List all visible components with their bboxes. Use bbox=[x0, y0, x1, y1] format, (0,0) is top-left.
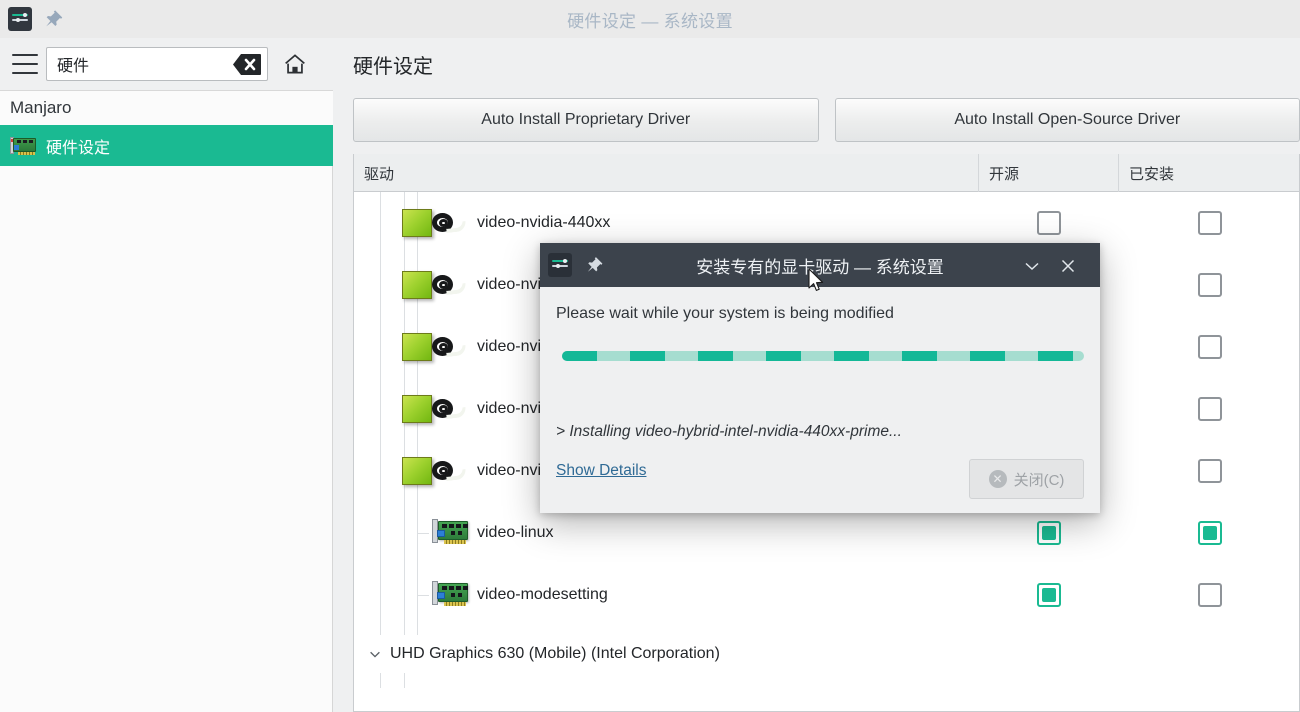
close-icon[interactable] bbox=[1058, 256, 1078, 276]
screen: 硬件设定 — 系统设置 硬件 Manjaro 硬件设定 硬件设定 Auto In… bbox=[0, 0, 1300, 712]
sidebar-search-row bbox=[0, 38, 333, 91]
open-source-cell bbox=[979, 564, 1119, 626]
progress-bar-fill bbox=[562, 351, 1084, 361]
close-button[interactable]: ✕ 关闭(C) bbox=[969, 459, 1084, 499]
clear-search-icon[interactable] bbox=[233, 54, 261, 75]
installed-cell bbox=[1119, 564, 1299, 626]
tree-guide bbox=[380, 502, 381, 564]
settings-sliders-icon bbox=[8, 7, 32, 31]
tree-elbow bbox=[417, 595, 429, 596]
installed-cell bbox=[1119, 192, 1299, 254]
column-header-installed[interactable]: 已安装 bbox=[1119, 154, 1299, 192]
dialog-message: Please wait while your system is being m… bbox=[556, 305, 894, 322]
device-group-row-uhd-graphics-630[interactable]: UHD Graphics 630 (Mobile) (Intel Corpora… bbox=[354, 635, 1299, 673]
installed-checkbox[interactable] bbox=[1198, 521, 1222, 545]
installed-cell bbox=[1119, 502, 1299, 564]
minimize-icon[interactable] bbox=[1022, 256, 1042, 276]
sidebar-item-hardware-configuration[interactable]: 硬件设定 bbox=[0, 125, 333, 166]
pci-card-icon bbox=[432, 580, 468, 610]
tree-guide bbox=[380, 254, 381, 316]
nvidia-icon bbox=[402, 456, 468, 486]
tree-guide bbox=[380, 192, 381, 254]
table-row[interactable]: video-modesetting bbox=[354, 564, 1299, 626]
dialog-titlebar: 安装专有的显卡驱动 — 系统设置 bbox=[540, 243, 1100, 287]
tree-guide bbox=[380, 316, 381, 378]
page-title: 硬件设定 bbox=[353, 56, 433, 78]
installed-checkbox[interactable] bbox=[1198, 459, 1222, 483]
driver-name-label: video-linux bbox=[477, 524, 554, 541]
settings-sliders-icon bbox=[548, 253, 572, 277]
window-title: 硬件设定 — 系统设置 bbox=[567, 11, 733, 31]
installed-checkbox[interactable] bbox=[1198, 397, 1222, 421]
installed-checkbox[interactable] bbox=[1198, 211, 1222, 235]
open-source-checkbox[interactable] bbox=[1037, 211, 1061, 235]
driver-name-label: video-modesetting bbox=[477, 586, 608, 603]
tree-guide bbox=[380, 564, 381, 626]
show-details-link[interactable]: Show Details bbox=[556, 462, 646, 480]
main-window-titlebar: 硬件设定 — 系统设置 bbox=[0, 0, 1300, 38]
pin-icon[interactable] bbox=[584, 255, 604, 275]
home-icon[interactable] bbox=[282, 51, 308, 77]
sidebar: Manjaro 硬件设定 bbox=[0, 38, 333, 712]
sidebar-group-label: Manjaro bbox=[0, 91, 333, 125]
sidebar-item-label: 硬件设定 bbox=[46, 139, 111, 157]
graphics-card-icon bbox=[10, 136, 36, 155]
installed-cell bbox=[1119, 316, 1299, 378]
installed-cell bbox=[1119, 440, 1299, 502]
driver-table-header: 驱动 开源 已安装 bbox=[354, 154, 1299, 192]
nvidia-icon bbox=[402, 332, 468, 362]
close-button-label: 关闭(C) bbox=[1013, 471, 1065, 489]
installed-checkbox[interactable] bbox=[1198, 335, 1222, 359]
pci-card-icon bbox=[432, 518, 468, 548]
nvidia-icon bbox=[402, 270, 468, 300]
driver-name-cell: video-modesetting bbox=[354, 564, 979, 626]
tree-guide bbox=[404, 564, 405, 626]
tree-guide bbox=[404, 502, 405, 564]
column-header-driver[interactable]: 驱动 bbox=[354, 154, 979, 192]
tree-elbow bbox=[417, 533, 429, 534]
install-progress-dialog: 安装专有的显卡驱动 — 系统设置 Please wait while your … bbox=[540, 243, 1100, 513]
search-input[interactable] bbox=[47, 49, 227, 79]
cancel-circle-icon: ✕ bbox=[988, 470, 1007, 488]
auto-install-open-source-driver-button[interactable]: Auto Install Open-Source Driver bbox=[834, 98, 1300, 142]
dialog-title: 安装专有的显卡驱动 — 系统设置 bbox=[696, 257, 944, 277]
installed-cell bbox=[1119, 254, 1299, 316]
tree-guide bbox=[380, 378, 381, 440]
column-header-open-source[interactable]: 开源 bbox=[979, 154, 1119, 192]
dialog-body: Please wait while your system is being m… bbox=[540, 287, 1100, 513]
dialog-status-text: > Installing video-hybrid-intel-nvidia-4… bbox=[556, 423, 902, 440]
installed-cell bbox=[1119, 378, 1299, 440]
hamburger-icon[interactable] bbox=[12, 54, 38, 74]
tree-guide bbox=[380, 440, 381, 502]
auto-install-button-row: Auto Install Proprietary Driver Auto Ins… bbox=[353, 98, 1300, 142]
device-group-label: UHD Graphics 630 (Mobile) (Intel Corpora… bbox=[390, 645, 720, 662]
chevron-down-icon[interactable] bbox=[368, 647, 382, 661]
installed-checkbox[interactable] bbox=[1198, 583, 1222, 607]
auto-install-proprietary-driver-button[interactable]: Auto Install Proprietary Driver bbox=[353, 98, 819, 142]
pin-icon[interactable] bbox=[42, 8, 64, 30]
open-source-checkbox[interactable] bbox=[1037, 583, 1061, 607]
open-source-checkbox[interactable] bbox=[1037, 521, 1061, 545]
installed-checkbox[interactable] bbox=[1198, 273, 1222, 297]
nvidia-icon bbox=[402, 394, 468, 424]
progress-bar bbox=[562, 351, 1084, 361]
search-box[interactable] bbox=[46, 47, 268, 81]
driver-name-label: video-nvidia-440xx bbox=[477, 214, 611, 231]
nvidia-icon bbox=[402, 208, 468, 238]
